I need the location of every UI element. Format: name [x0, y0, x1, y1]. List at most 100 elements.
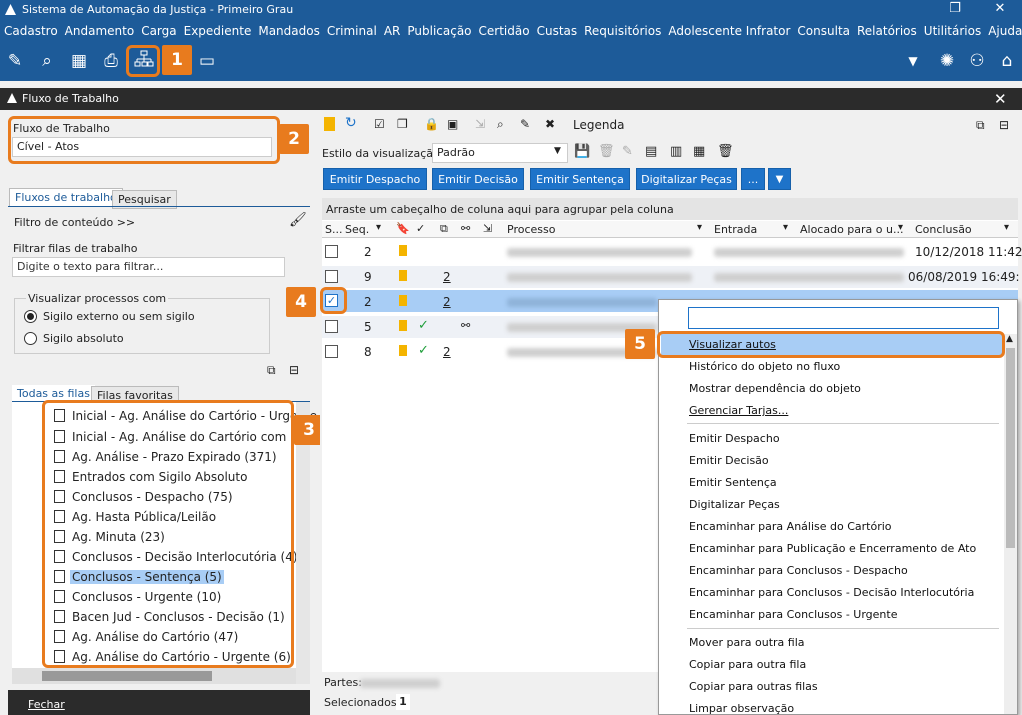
menu-expediente[interactable]: Expediente	[184, 24, 252, 38]
radio-sigilo-absoluto[interactable]	[24, 332, 37, 345]
menu-relatorios[interactable]: Relatórios	[857, 24, 917, 38]
menu-enc-analise[interactable]: Encaminhar para Análise do Cartório	[689, 520, 892, 533]
menu-digitalizar[interactable]: Digitalizar Peças	[689, 498, 780, 511]
menu-mover[interactable]: Mover para outra fila	[689, 636, 805, 649]
delete-style-icon[interactable]: 🗑	[598, 144, 615, 159]
col-bookmark-icon[interactable]: 🔖	[396, 222, 410, 235]
radio-sigilo-externo[interactable]	[24, 310, 37, 323]
menu-emitir-decisao[interactable]: Emitir Decisão	[689, 454, 769, 467]
menu-enc-despacho[interactable]: Encaminhar para Conclusos - Despacho	[689, 564, 908, 577]
grid-collapse-icon[interactable]: ⊟	[999, 118, 1009, 132]
home-icon[interactable]: ⌂	[996, 50, 1018, 72]
save-tool-icon[interactable]: ▣	[447, 117, 458, 131]
lock-icon[interactable]: 🔒	[424, 117, 439, 131]
row-count-link[interactable]: 2	[443, 345, 451, 359]
save-style-icon[interactable]: 💾	[574, 144, 590, 159]
row-checkbox[interactable]	[325, 270, 338, 283]
row-checkbox[interactable]	[325, 320, 338, 333]
copy-icon[interactable]: ❐	[397, 117, 408, 131]
menu-copiar-varias[interactable]: Copiar para outras filas	[689, 680, 818, 693]
menu-cadastro[interactable]: Cadastro	[4, 24, 58, 38]
row-count-link[interactable]: 2	[443, 270, 451, 284]
spinner-icon[interactable]: ✺	[936, 50, 958, 72]
dropdown-icon[interactable]: ▼	[902, 50, 924, 72]
edit-style-icon[interactable]: ✎	[622, 144, 633, 159]
col-tree-icon[interactable]: ⧉	[440, 222, 448, 236]
estilo-select[interactable]: Padrão	[432, 143, 568, 163]
dependency-icon[interactable]: ⇲	[475, 117, 485, 131]
trash-icon[interactable]: 🗑	[717, 144, 734, 159]
row-checkbox[interactable]	[325, 245, 338, 258]
emitir-despacho-button[interactable]: Emitir Despacho	[323, 168, 427, 190]
filtro-conteudo[interactable]: Filtro de conteúdo >>	[14, 216, 135, 229]
remove-comment-icon[interactable]: ✖	[545, 117, 555, 131]
restore-icon[interactable]: ❐	[940, 1, 970, 16]
menu-adolescente[interactable]: Adolescente Infrator	[668, 24, 790, 38]
col-conclusao[interactable]: Conclusão	[915, 223, 972, 236]
menu-ar[interactable]: AR	[384, 24, 401, 38]
search-people-icon[interactable]: ⌕	[497, 117, 504, 132]
menu-mandados[interactable]: Mandados	[258, 24, 320, 38]
calendar-icon[interactable]: ▦	[68, 50, 90, 72]
col-alocado-filter-icon[interactable]: ▾	[898, 222, 903, 233]
layout-icon[interactable]: ▦	[693, 144, 705, 159]
tree-collapse-icon[interactable]: ⊟	[289, 363, 299, 377]
col-link-icon[interactable]: ⚯	[461, 222, 470, 235]
digitalizar-pecas-button[interactable]: Digitalizar Peças	[636, 168, 737, 190]
menu-emitir-sentenca[interactable]: Emitir Sentença	[689, 476, 777, 489]
select-all-icon[interactable]: ☑	[374, 117, 385, 131]
col-processo-filter-icon[interactable]: ▾	[697, 222, 702, 233]
menu-certidao[interactable]: Certidão	[479, 24, 530, 38]
menu-enc-decisao[interactable]: Encaminhar para Conclusos - Decisão Inte…	[689, 586, 974, 599]
more-button[interactable]: ...	[741, 168, 765, 190]
grid-expand-icon[interactable]: ⧉	[976, 118, 985, 133]
context-scrollbar[interactable]	[1004, 334, 1017, 714]
report-icon[interactable]: ▥	[670, 144, 682, 159]
h-scrollbar[interactable]	[12, 668, 296, 684]
menu-dependencia[interactable]: Mostrar dependência do objeto	[689, 382, 861, 395]
row-count-link[interactable]: 2	[443, 295, 451, 309]
legenda-label[interactable]: Legenda	[573, 118, 624, 132]
tab-fluxos[interactable]: Fluxos de trabalho	[9, 188, 123, 207]
panel-close-icon[interactable]: ✕	[994, 90, 1007, 108]
comment-icon[interactable]: ✎	[520, 117, 530, 131]
edit-icon[interactable]: ✎	[4, 50, 26, 72]
refresh-icon[interactable]: ↻	[345, 115, 357, 131]
menu-ajuda[interactable]: Ajuda	[988, 24, 1022, 38]
col-entrada-filter-icon[interactable]: ▾	[783, 222, 788, 233]
folder-icon[interactable]: ▭	[196, 50, 218, 72]
menu-tarjas[interactable]: Gerenciar Tarjas...	[689, 404, 788, 417]
menu-historico[interactable]: Histórico do objeto no fluxo	[689, 360, 840, 373]
col-seq-filter-icon[interactable]: ▾	[376, 222, 381, 233]
search-doc-icon[interactable]: ⌕	[36, 50, 58, 72]
more-dropdown-icon[interactable]: ▼	[768, 168, 791, 190]
menu-utilitarios[interactable]: Utilitários	[924, 24, 981, 38]
col-check-icon[interactable]: ✓	[416, 222, 425, 235]
col-entrada[interactable]: Entrada	[714, 223, 757, 236]
col-conclusao-filter-icon[interactable]: ▾	[1004, 222, 1009, 233]
emitir-sentenca-button[interactable]: Emitir Sentença	[530, 168, 630, 190]
row-checkbox[interactable]	[325, 345, 338, 358]
menu-consulta[interactable]: Consulta	[797, 24, 850, 38]
menu-copiar[interactable]: Copiar para outra fila	[689, 658, 806, 671]
scroll-up-icon[interactable]: ▲	[1006, 334, 1013, 344]
users-icon[interactable]: ⚇	[966, 50, 988, 72]
tree-expand-icon[interactable]: ⧉	[267, 363, 276, 378]
menu-publicacao[interactable]: Publicação	[407, 24, 471, 38]
menu-emitir-despacho[interactable]: Emitir Despacho	[689, 432, 780, 445]
fechar-button[interactable]: Fechar	[28, 698, 65, 711]
col-alocado[interactable]: Alocado para o u...	[800, 223, 903, 236]
brush-icon[interactable]: 🖌	[289, 212, 307, 228]
print-icon[interactable]: ⎙	[100, 50, 122, 72]
menu-andamento[interactable]: Andamento	[65, 24, 135, 38]
col-s[interactable]: S...	[325, 223, 342, 236]
menu-carga[interactable]: Carga	[141, 24, 176, 38]
context-search-input[interactable]	[688, 307, 999, 329]
menu-limpar[interactable]: Limpar observação	[689, 702, 794, 715]
col-processo[interactable]: Processo	[507, 223, 555, 236]
menu-enc-publicacao[interactable]: Encaminhar para Publicação e Encerrament…	[689, 542, 976, 555]
flag-tool-icon[interactable]	[324, 117, 335, 131]
col-dep-icon[interactable]: ⇲	[483, 222, 492, 235]
menu-criminal[interactable]: Criminal	[327, 24, 377, 38]
menu-enc-urgente[interactable]: Encaminhar para Conclusos - Urgente	[689, 608, 897, 621]
